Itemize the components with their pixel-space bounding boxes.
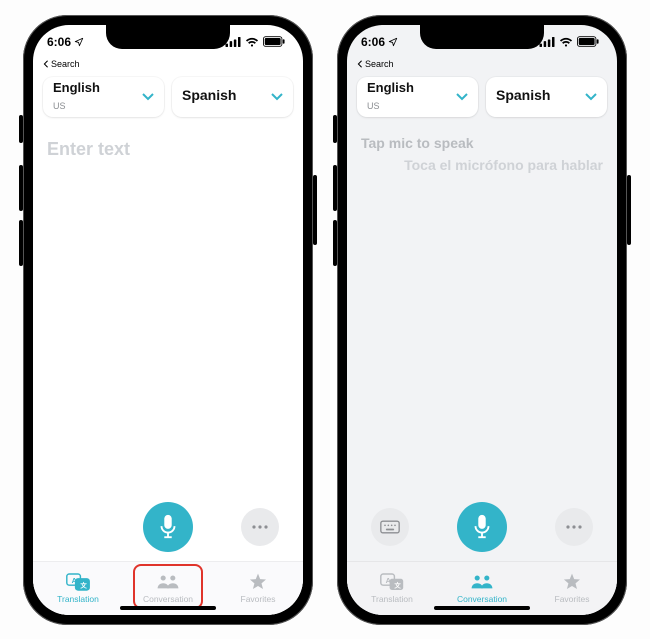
- status-time: 6:06: [361, 35, 385, 49]
- tab-favorites[interactable]: Favorites: [527, 562, 617, 615]
- svg-text:A: A: [386, 576, 391, 585]
- ellipsis-icon: [252, 525, 268, 529]
- battery-icon: [577, 36, 599, 47]
- text-input-placeholder: Enter text: [33, 125, 303, 174]
- more-button[interactable]: [241, 508, 279, 546]
- home-indicator[interactable]: [120, 606, 216, 610]
- home-indicator[interactable]: [434, 606, 530, 610]
- prompt-source: Tap mic to speak: [347, 125, 617, 153]
- tab-favorites[interactable]: Favorites: [213, 562, 303, 615]
- back-to-search[interactable]: Search: [33, 59, 303, 69]
- notch: [420, 25, 544, 49]
- keyboard-button[interactable]: [371, 508, 409, 546]
- target-language-button[interactable]: Spanish: [486, 77, 607, 117]
- svg-text:A: A: [72, 576, 77, 585]
- mic-icon: [472, 514, 492, 540]
- translation-icon: A文: [66, 572, 90, 592]
- prompt-target: Toca el micrófono para hablar: [347, 153, 617, 177]
- status-time: 6:06: [47, 35, 71, 49]
- back-label: Search: [51, 59, 80, 69]
- tab-label: Favorites: [555, 594, 590, 604]
- star-icon: [246, 572, 270, 592]
- tab-label: Conversation: [143, 594, 193, 604]
- tab-label: Translation: [57, 594, 99, 604]
- mic-button[interactable]: [457, 502, 507, 552]
- notch: [106, 25, 230, 49]
- svg-text:文: 文: [394, 581, 401, 590]
- tab-label: Favorites: [241, 594, 276, 604]
- location-icon: [74, 37, 84, 47]
- translation-main[interactable]: Enter text: [33, 125, 303, 615]
- chevron-down-icon: [271, 93, 283, 101]
- target-language-button[interactable]: Spanish: [172, 77, 293, 117]
- target-language-name: Spanish: [182, 87, 236, 103]
- phone-left: 6:06 Search English US Spanish: [23, 15, 313, 625]
- chevron-down-icon: [585, 93, 597, 101]
- conversation-icon: [470, 572, 494, 592]
- phone-right: 6:06 Search English US Spanish: [337, 15, 627, 625]
- mic-button[interactable]: [143, 502, 193, 552]
- star-icon: [560, 572, 584, 592]
- tab-translation[interactable]: A文 Translation: [33, 562, 123, 615]
- more-button[interactable]: [555, 508, 593, 546]
- svg-text:文: 文: [80, 581, 87, 590]
- conversation-icon: [156, 572, 180, 592]
- tab-translation[interactable]: A文 Translation: [347, 562, 437, 615]
- source-language-button[interactable]: English US: [357, 77, 478, 117]
- source-language-button[interactable]: English US: [43, 77, 164, 117]
- battery-icon: [263, 36, 285, 47]
- back-label: Search: [365, 59, 394, 69]
- wifi-icon: [245, 37, 259, 47]
- chevron-left-icon: [357, 60, 363, 68]
- target-language-name: Spanish: [496, 87, 550, 103]
- source-language-name: English: [367, 80, 414, 95]
- back-to-search[interactable]: Search: [347, 59, 617, 69]
- source-language-sub: US: [367, 101, 380, 111]
- control-row: [33, 497, 303, 557]
- ellipsis-icon: [566, 525, 582, 529]
- location-icon: [388, 37, 398, 47]
- language-row: English US Spanish: [33, 71, 303, 125]
- chevron-down-icon: [456, 93, 468, 101]
- wifi-icon: [559, 37, 573, 47]
- source-language-name: English: [53, 80, 100, 95]
- chevron-down-icon: [142, 93, 154, 101]
- tab-label: Conversation: [457, 594, 507, 604]
- tab-label: Translation: [371, 594, 413, 604]
- conversation-main: Tap mic to speak Toca el micrófono para …: [347, 125, 617, 615]
- mic-icon: [158, 514, 178, 540]
- keyboard-icon: [380, 520, 400, 534]
- translation-icon: A文: [380, 572, 404, 592]
- control-row: [347, 497, 617, 557]
- source-language-sub: US: [53, 101, 66, 111]
- chevron-left-icon: [43, 60, 49, 68]
- language-row: English US Spanish: [347, 71, 617, 125]
